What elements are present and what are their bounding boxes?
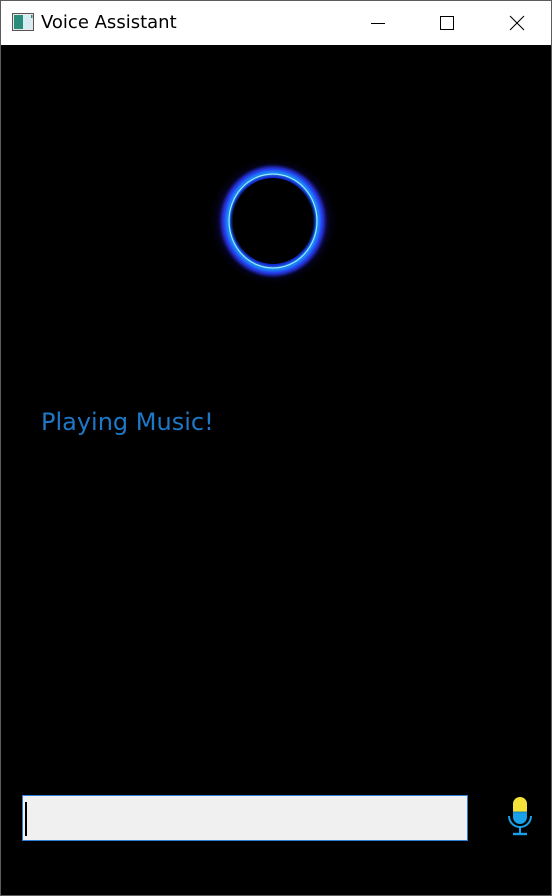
close-button[interactable] [494, 1, 540, 45]
minimize-button[interactable] [355, 1, 401, 45]
text-caret [25, 802, 27, 836]
microphone-button[interactable] [503, 793, 537, 841]
minimize-icon [371, 23, 385, 24]
assistant-status-text: Playing Music! [41, 408, 214, 436]
close-icon [509, 15, 525, 31]
assistant-panel: Playing Music! [1, 45, 551, 895]
maximize-button[interactable] [424, 1, 470, 45]
microphone-icon [508, 797, 532, 836]
listening-orb-icon [207, 155, 339, 287]
window-title: Voice Assistant [41, 12, 177, 33]
command-input[interactable] [22, 795, 468, 841]
app-window-icon [12, 13, 34, 31]
voice-assistant-window: Voice Assistant Playing Music! [0, 0, 552, 896]
maximize-icon [440, 16, 454, 30]
title-bar: Voice Assistant [1, 1, 551, 45]
